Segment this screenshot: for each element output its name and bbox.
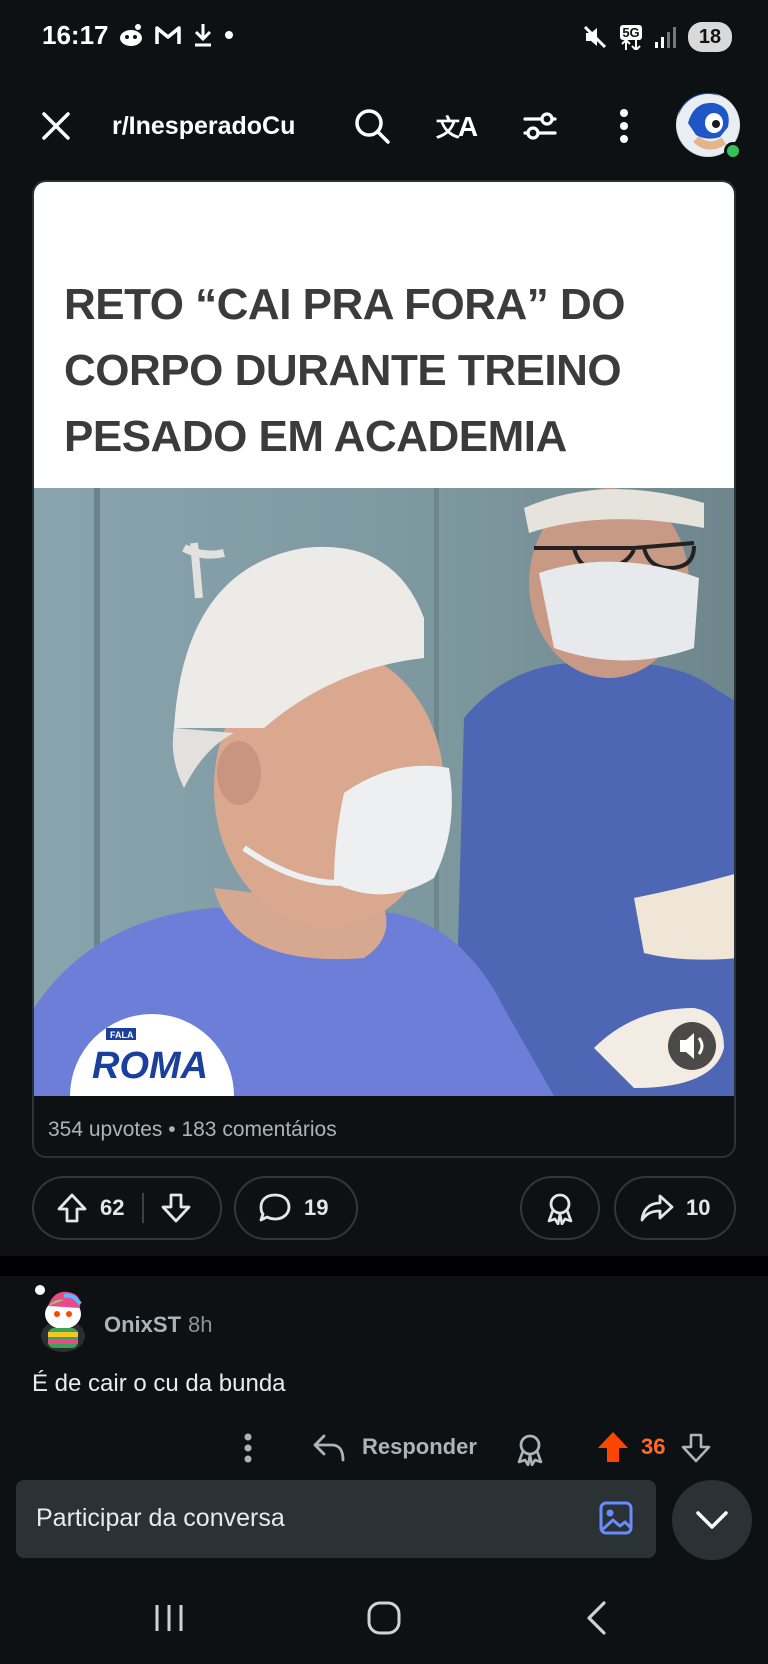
recents-icon: [155, 1605, 183, 1631]
back-button[interactable]: [584, 1600, 610, 1636]
status-bar: 16:17 5G 18: [0, 0, 768, 76]
gmail-icon: [154, 24, 182, 46]
share-count: 10: [686, 1195, 711, 1220]
upvote-icon: [57, 1193, 87, 1223]
close-button[interactable]: [32, 102, 80, 150]
downvote-button[interactable]: [160, 1192, 192, 1224]
comment-count: 19: [304, 1195, 329, 1220]
close-icon: [40, 110, 72, 142]
award-icon: [517, 1434, 543, 1466]
home-button[interactable]: [366, 1600, 402, 1636]
mute-icon: [582, 24, 608, 50]
translate-icon: 文A: [435, 111, 478, 142]
comments-button[interactable]: 19: [234, 1176, 358, 1240]
chevron-down-icon: [696, 1511, 728, 1529]
search-button[interactable]: [348, 102, 396, 150]
home-icon: [367, 1601, 401, 1635]
add-image-button[interactable]: [598, 1500, 634, 1536]
subreddit-title[interactable]: r/InesperadoCu: [112, 112, 295, 141]
comment-score: 36: [641, 1434, 666, 1459]
more-vertical-icon: [619, 109, 629, 143]
post-headline-panel: RETO “CAI PRA FORA” DO CORPO DURANTE TRE…: [34, 182, 734, 488]
status-right-icons: 5G 18: [582, 22, 732, 52]
network-label: 5G: [620, 24, 642, 40]
award-icon: [544, 1191, 576, 1225]
downvote-icon: [162, 1193, 191, 1223]
comment-award-button[interactable]: [514, 1432, 546, 1466]
snoo-avatar-icon: [35, 1285, 85, 1352]
post-image[interactable]: FALA ROMA: [34, 488, 734, 1096]
download-icon: [192, 22, 214, 48]
back-icon: [587, 1601, 606, 1635]
dot-icon: [224, 30, 234, 40]
status-left-icons: [118, 22, 234, 48]
filter-button[interactable]: [516, 102, 564, 150]
post-headline: RETO “CAI PRA FORA” DO CORPO DURANTE TRE…: [64, 280, 626, 461]
upvote-button[interactable]: [56, 1192, 88, 1224]
5g-signal-icon: 5G: [620, 24, 642, 50]
post-card[interactable]: RETO “CAI PRA FORA” DO CORPO DURANTE TRE…: [32, 180, 736, 1158]
comment-time: 8h: [188, 1312, 213, 1337]
translate-button[interactable]: 文A: [432, 102, 480, 150]
share-button[interactable]: 10: [614, 1176, 736, 1240]
comment-more-button[interactable]: [240, 1432, 256, 1464]
post-stats[interactable]: 354 upvotes • 183 comentários: [48, 1118, 337, 1142]
vote-control: 62: [32, 1176, 222, 1240]
signal-bars-icon: [654, 25, 676, 49]
search-icon: [353, 107, 391, 145]
comment-text: É de cair o cu da bunda: [32, 1370, 286, 1397]
reply-button[interactable]: [312, 1432, 346, 1464]
watermark-large: ROMA: [92, 1045, 208, 1087]
more-button[interactable]: [600, 102, 648, 150]
vote-divider: [142, 1193, 145, 1223]
reddit-icon: [118, 23, 144, 47]
more-vertical-icon: [244, 1433, 252, 1463]
battery-indicator: 18: [688, 22, 732, 52]
image-icon: [599, 1501, 633, 1535]
online-indicator: [724, 142, 742, 160]
section-divider: [0, 1256, 768, 1276]
comment-downvote-button[interactable]: [680, 1432, 712, 1464]
system-nav-bar: [0, 1580, 768, 1664]
vote-count: 62: [100, 1195, 125, 1220]
collapse-button[interactable]: [672, 1480, 752, 1560]
upvote-filled-icon: [598, 1432, 628, 1462]
surgeons-photo: FALA ROMA: [34, 488, 734, 1096]
comment-username[interactable]: OnixST: [104, 1312, 181, 1338]
commenter-avatar[interactable]: [34, 1284, 92, 1352]
watermark-small: FALA: [110, 1030, 134, 1040]
filter-icon: [522, 108, 558, 144]
reply-icon: [313, 1434, 345, 1462]
reply-label[interactable]: Responder: [362, 1434, 477, 1460]
recent-apps-button[interactable]: [152, 1602, 186, 1634]
comment-icon: [258, 1192, 292, 1224]
comment-upvote-button[interactable]: [596, 1430, 630, 1464]
downvote-icon: [681, 1433, 711, 1463]
share-icon: [640, 1193, 674, 1223]
compose-placeholder[interactable]: Participar da conversa: [36, 1504, 285, 1533]
clock: 16:17: [42, 20, 109, 50]
comment-compose-bar[interactable]: Participar da conversa: [16, 1480, 656, 1558]
award-button[interactable]: [520, 1176, 600, 1240]
